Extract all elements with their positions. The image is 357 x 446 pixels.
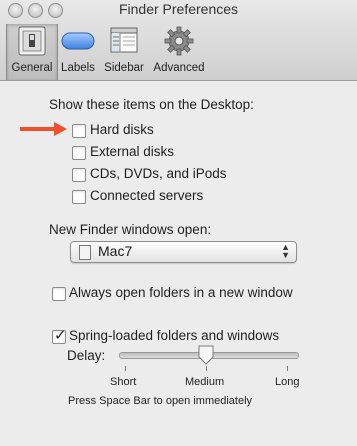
tab-advanced[interactable]: Advanced xyxy=(150,24,208,80)
hard-disks-checkbox[interactable] xyxy=(72,124,86,138)
cds-dvds-ipods-checkbox[interactable] xyxy=(72,168,86,182)
tab-labels[interactable]: Labels xyxy=(58,24,98,80)
tab-sidebar[interactable]: Sidebar xyxy=(102,24,146,80)
checkmark-icon: ✓ xyxy=(54,327,67,344)
red-arrow-icon xyxy=(20,121,68,142)
tab-advanced-label: Advanced xyxy=(153,62,205,74)
delay-tick-label-medium: Medium xyxy=(185,376,225,388)
spring-loaded-label: Spring-loaded folders and windows xyxy=(69,328,280,343)
gear-icon xyxy=(164,26,194,59)
hard-disks-label: Hard disks xyxy=(90,122,154,137)
tab-general-label: General xyxy=(11,62,53,74)
spring-loaded-checkbox[interactable]: ✓ xyxy=(52,327,67,344)
space-bar-hint: Press Space Bar to open immediately xyxy=(68,395,253,407)
delay-tick-label-short: Short xyxy=(110,376,137,388)
always-open-new-window-checkbox[interactable] xyxy=(52,287,66,301)
popup-arrows-icon: ▲ ▼ xyxy=(281,242,290,260)
external-disks-label: External disks xyxy=(90,144,175,159)
sidebar-window-icon xyxy=(110,26,138,57)
general-switch-icon xyxy=(17,26,47,59)
delay-tick-label-long: Long xyxy=(275,376,300,388)
new-finder-windows-value: Mac7 xyxy=(98,243,133,259)
finder-preferences-window: Finder Preferences General Labels Sideba… xyxy=(0,0,357,446)
title-bar: Finder Preferences General Labels Sideba… xyxy=(0,0,357,81)
desktop-items-heading: Show these items on the Desktop: xyxy=(49,97,254,112)
external-disks-checkbox[interactable] xyxy=(72,146,86,160)
tab-labels-label: Labels xyxy=(61,62,95,74)
connected-servers-checkbox[interactable] xyxy=(72,190,86,204)
delay-tick-short xyxy=(125,366,126,371)
tab-sidebar-label: Sidebar xyxy=(104,62,144,74)
delay-tick-long xyxy=(287,366,288,371)
cds-dvds-ipods-label: CDs, DVDs, and iPods xyxy=(90,166,227,181)
new-finder-windows-popup[interactable]: Mac7 ▲ ▼ xyxy=(70,241,297,263)
delay-tick-medium xyxy=(206,366,207,371)
tab-general[interactable]: General xyxy=(6,24,58,80)
connected-servers-label: Connected servers xyxy=(90,188,204,203)
window-title: Finder Preferences xyxy=(118,1,239,17)
document-icon xyxy=(79,245,91,260)
new-finder-windows-heading: New Finder windows open: xyxy=(49,222,212,237)
label-pill-icon xyxy=(61,26,95,57)
delay-label: Delay: xyxy=(67,348,106,363)
always-open-new-window-label: Always open folders in a new window xyxy=(69,285,293,300)
